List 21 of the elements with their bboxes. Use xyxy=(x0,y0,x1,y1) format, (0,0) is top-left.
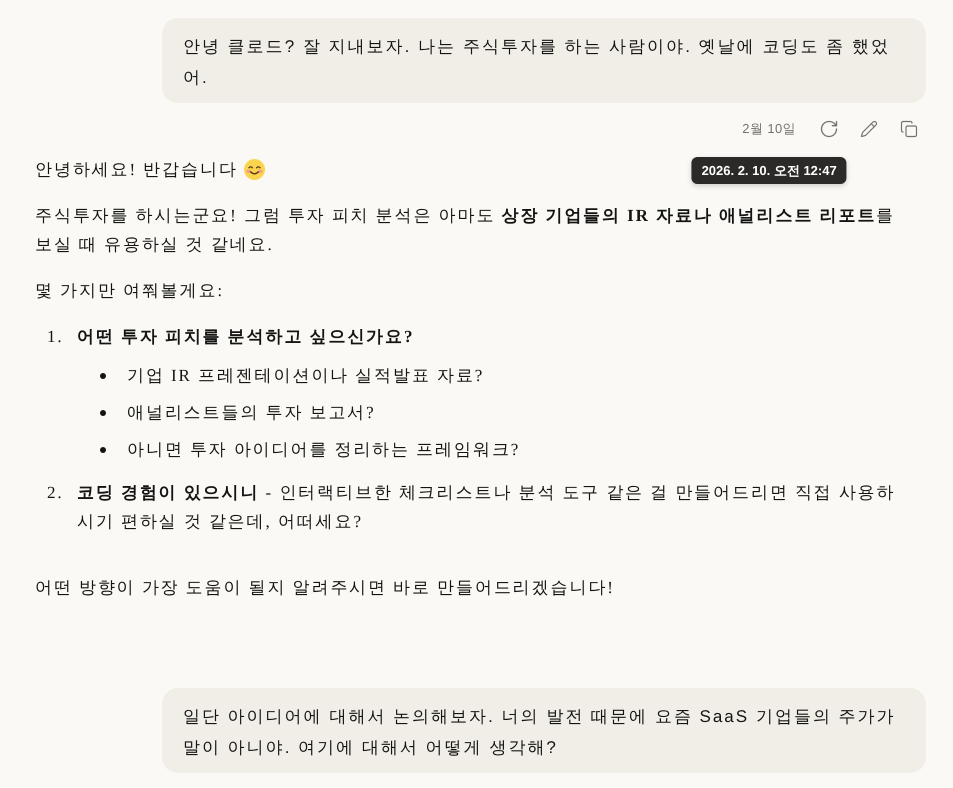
list-number: 2. xyxy=(47,482,65,504)
list-number: 1. xyxy=(47,326,65,348)
message-paragraph: 어떤 방향이 가장 도움이 될지 알려주시면 바로 만들어드리겠습니다! xyxy=(35,577,615,599)
bullet-icon xyxy=(100,446,106,452)
message-paragraph: 안녕하세요! 반갑습니다 xyxy=(35,159,238,181)
list-item-text: 코딩 경험이 있으시니 - 인터랙티브한 체크리스트나 분석 도구 같은 걸 만들어드리면 직접 사용하시기 편하실 것 같은데, 어떠세요? xyxy=(77,482,896,533)
user-message-bubble: 일단 아이디어에 대해서 논의해보자. 너의 발전 때문에 요즘 SaaS 기업들의 주가가 말이 아니야. 여기에 대해서 어떻게 생각해? xyxy=(162,688,926,773)
bullet-item-text: 애널리스트들의 투자 보고서? xyxy=(127,402,376,424)
message-paragraph: 주식투자를 하시는군요! 그럼 투자 피치 분석은 아마도 상장 기업들의 IR 자료나 애널리스트 리포트를 보실 때 유용하실 것 같네요. xyxy=(35,205,896,256)
pencil-icon xyxy=(860,120,878,138)
bullet-item-text: 기업 IR 프레젠테이션이나 실적발표 자료? xyxy=(127,365,484,387)
bullet-icon xyxy=(100,410,106,416)
message-paragraph: 몇 가지만 여쭤볼게요: xyxy=(35,280,224,302)
list-item-text: 어떤 투자 피치를 분석하고 싶으신가요? xyxy=(77,326,416,348)
circular-arrow-icon xyxy=(819,119,839,139)
bullet-icon xyxy=(100,372,106,378)
copy-icon xyxy=(900,120,918,138)
user-message-bubble: 안녕 클로드? 잘 지내보자. 나는 주식투자를 하는 사람이야. 옛날에 코딩도 좀 했었어. xyxy=(162,18,926,103)
bullet-item-text: 아니면 투자 아이디어를 정리하는 프레임워크? xyxy=(127,439,520,461)
timestamp-tooltip: 2026. 2. 10. 오전 12:47 xyxy=(692,157,847,184)
message-date: 2월 10일 xyxy=(742,120,796,138)
